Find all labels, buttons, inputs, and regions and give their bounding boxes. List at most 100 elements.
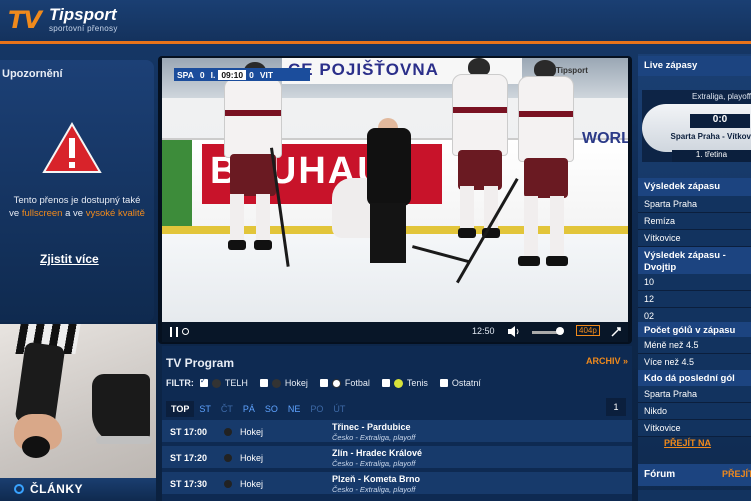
checkbox[interactable] [381, 379, 390, 387]
day-tabs: TOP ST ČT PÁ SO NE PO ÚT [166, 400, 632, 418]
board-ad-right: WORLD [582, 130, 628, 147]
learn-more-link[interactable]: Zjistit více [40, 252, 99, 266]
filter-fotbal[interactable]: Fotbal [319, 378, 370, 388]
tab-so[interactable]: SO [260, 401, 283, 417]
archive-link[interactable]: ARCHIV » [586, 356, 628, 366]
notice-title: Upozornění [2, 68, 63, 80]
trainer-legs [370, 203, 406, 263]
player-sock [550, 196, 564, 258]
player-controls: 12:50 404p [162, 322, 628, 342]
filter-row: FILTR: TELH Hokej Fotbal Tenis [166, 376, 493, 388]
brand-name: Tipsport [48, 5, 117, 24]
live-teams: Sparta Praha - Vítkov [670, 132, 751, 141]
player-sock [524, 196, 538, 258]
notice-panel: Upozornění [0, 60, 154, 322]
program-row[interactable]: ST 17:00 Hokej Třinec - Pardubice Česko … [162, 420, 632, 444]
football-icon [331, 378, 341, 388]
logo-mark: TV [8, 6, 42, 34]
warning-icon [42, 122, 102, 173]
player-skate [518, 256, 540, 266]
program-row[interactable]: ST 17:20 Hokej Zlín - Hradec Králové Čes… [162, 446, 632, 470]
skate-blade [96, 436, 152, 444]
tennis-icon [393, 378, 403, 388]
trainer-body [367, 128, 411, 206]
bet-option[interactable]: Remíza [638, 213, 751, 230]
tv-program-title: TV Program [166, 356, 235, 370]
tab-top[interactable]: TOP [166, 401, 195, 417]
hockey-icon [224, 480, 232, 488]
forum-preview [638, 490, 751, 501]
filter-hokej[interactable]: Hokej [259, 378, 308, 388]
go-to-link[interactable]: PŘEJÍT NA [664, 438, 711, 448]
bet-option[interactable]: Sparta Praha [638, 386, 751, 403]
forum-link[interactable]: PŘEJÍT [722, 469, 751, 479]
checkbox[interactable] [439, 379, 448, 387]
tipsport-logo[interactable]: TV Tipsport sportovní přenosy [8, 5, 118, 35]
article-photo[interactable] [0, 324, 156, 501]
player-skate [228, 240, 246, 250]
bet-option[interactable]: Vítkovice [638, 420, 751, 437]
checkbox[interactable] [319, 379, 328, 387]
program-row[interactable]: ST 17:30 Hokej Plzeň - Kometa Brno Česko… [162, 472, 632, 496]
articles-bar[interactable]: ČLÁNKY [0, 478, 156, 501]
live-score: 0:0 [690, 114, 750, 128]
tab-st[interactable]: ST [194, 401, 216, 417]
brand-subtitle: sportovní přenosy [48, 24, 118, 33]
bet-result-title: Výsledek zápasu [638, 178, 751, 196]
away-score: 0 [249, 69, 254, 80]
articles-icon [14, 484, 24, 494]
filter-label: FILTR: [166, 378, 194, 388]
filter-telh[interactable]: TELH [199, 376, 248, 388]
bet-option[interactable]: 12 [638, 291, 751, 308]
hockey-icon [224, 454, 232, 462]
checkbox[interactable] [259, 379, 268, 387]
player-skate [254, 240, 272, 250]
right-sidebar: Live zápasy Extraliga, playoff 0:0 Spart… [638, 54, 751, 501]
live-matches-title: Live zápasy [638, 56, 751, 76]
live-match-card[interactable]: Extraliga, playoff 0:0 Sparta Praha - Ví… [642, 90, 751, 162]
bet-option[interactable]: 10 [638, 274, 751, 291]
channel-logo: Tipsport [556, 66, 588, 75]
filter-tenis[interactable]: Tenis [381, 378, 428, 388]
page: TV Tipsport sportovní přenosy Upozornění… [0, 0, 751, 501]
player-jersey [224, 78, 282, 158]
player-jersey [518, 76, 574, 162]
live-indicator-icon[interactable] [182, 328, 189, 335]
fullscreen-link[interactable]: fullscreen [22, 208, 63, 219]
hockey-icon [211, 378, 221, 388]
high-quality-link[interactable]: vysoké kvalitě [86, 208, 145, 219]
tab-po[interactable]: PO [305, 401, 328, 417]
bet-option[interactable]: Vítkovice [638, 230, 751, 247]
bet-option[interactable]: Nikdo [638, 403, 751, 420]
fullscreen-icon[interactable] [610, 326, 622, 338]
score-overlay: SPA 0 I. 09:10 0 VIT [174, 68, 310, 81]
period: I. [210, 69, 216, 80]
notice-text: Tento přenos je dostupný také ve fullscr… [9, 195, 145, 219]
player-sock [460, 186, 474, 230]
checkbox[interactable] [199, 376, 208, 387]
video-player[interactable]: CE POJIŠŤOVNA BAUHAUS WORLD [162, 58, 628, 322]
bet-option[interactable]: Sparta Praha [638, 196, 751, 213]
puck [22, 436, 50, 458]
page-number[interactable]: 1 [606, 398, 626, 416]
quality-button[interactable]: 404p [576, 325, 600, 336]
hockey-icon [224, 428, 232, 436]
live-league: Extraliga, playoff [692, 92, 751, 101]
player-sock [256, 194, 270, 242]
tab-pa[interactable]: PÁ [238, 401, 260, 417]
tab-ct[interactable]: ČT [216, 401, 238, 417]
bet-option[interactable]: Více než 4.5 [638, 354, 751, 371]
tab-ut[interactable]: ÚT [328, 401, 350, 417]
player-pants [524, 158, 568, 198]
game-clock: 09:10 [218, 69, 247, 80]
pause-icon[interactable] [170, 327, 178, 337]
bet-double-title: Výsledek zápasu - Dvojtip [638, 247, 751, 277]
tab-ne[interactable]: NE [283, 401, 306, 417]
volume-slider-handle[interactable] [556, 327, 564, 335]
bet-option[interactable]: Méně než 4.5 [638, 337, 751, 354]
articles-label: ČLÁNKY [30, 482, 83, 496]
filter-ostatni[interactable]: Ostatní [439, 378, 481, 388]
volume-icon[interactable] [508, 326, 520, 337]
player-jersey [452, 74, 508, 156]
live-period: 1. třetina [672, 150, 751, 162]
